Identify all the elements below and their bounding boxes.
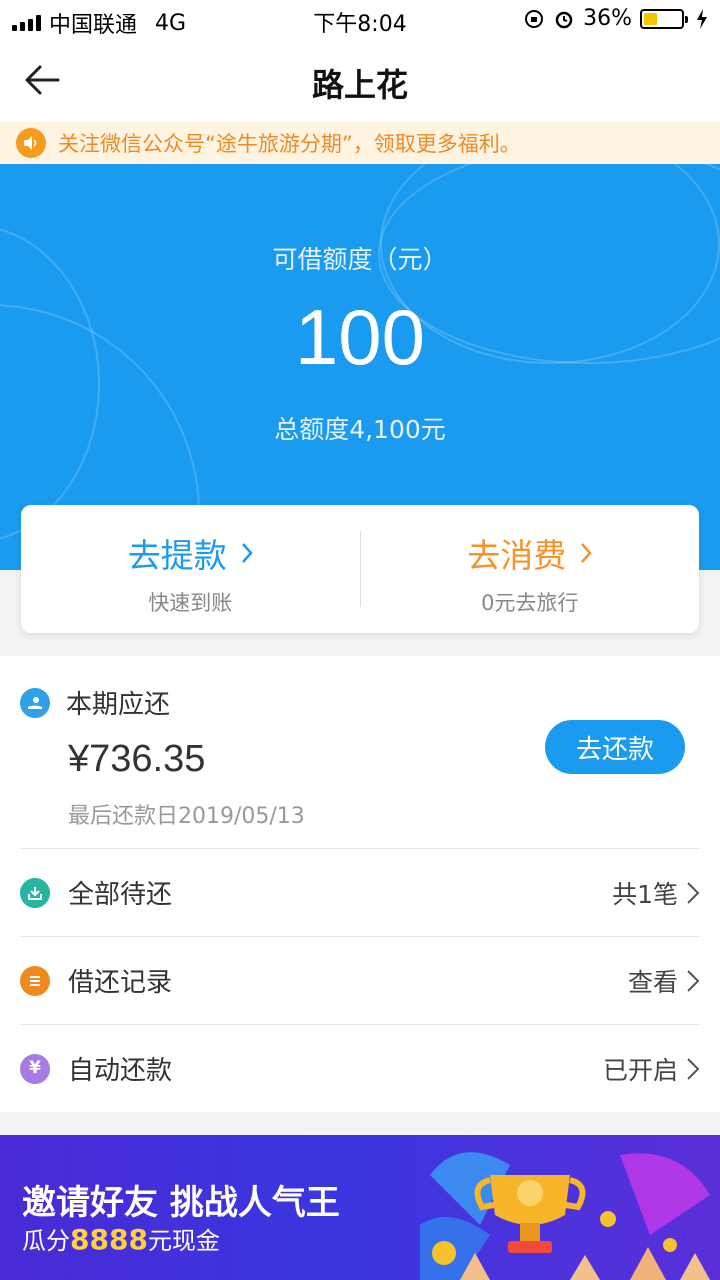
withdraw-title: 去提款 [127,536,227,575]
total-credit-label: 总额度4,100元 [274,415,446,444]
list-item-value: 查看 [627,967,678,997]
notice-bar[interactable]: 关注微信公众号“途牛旅游分期”，领取更多福利。 [0,122,720,164]
page-title: 路上花 [311,66,408,104]
rotation-lock-icon [525,9,544,28]
chevron-right-icon [581,543,592,563]
list-item-label: 自动还款 [68,1056,173,1086]
notice-text: 关注微信公众号“途牛旅游分期”，领取更多福利。 [58,132,521,156]
due-heading: 本期应还 [66,690,171,720]
battery-icon [640,8,688,29]
chevron-right-icon [687,969,700,992]
due-amount: ¥736.35 [68,738,206,780]
list-icon [20,965,50,996]
spend-subtitle: 0元去旅行 [481,591,579,615]
promo-banner[interactable]: 邀请好友 挑战人气王 瓜分8888元现金 [0,1135,720,1280]
withdraw-button[interactable]: 去提款 快速到账 [21,505,360,633]
speaker-icon [16,128,46,158]
list-item-pending[interactable]: 全部待还 共1笔 [20,848,700,936]
charging-icon [697,8,707,29]
withdraw-subtitle: 快速到账 [148,591,233,615]
banner-sub-suffix: 元现金 [147,1227,220,1255]
list-item-records[interactable]: 借还记录 查看 [20,936,700,1024]
repay-button[interactable]: 去还款 [545,720,685,774]
status-bar: 中国联通 4G 下午8:04 36% [0,0,720,40]
chevron-right-icon [687,1057,700,1080]
list-item-auto-repay[interactable]: ¥ 自动还款 已开启 [20,1024,700,1112]
hand-coin-icon [20,687,50,718]
banner-sub-highlight: 8888 [70,1223,148,1256]
nav-bar: 路上花 [0,40,720,122]
available-credit-amount: 100 [294,293,426,381]
available-credit-label: 可借额度（元） [272,245,448,274]
trophy-illustration [420,1152,710,1280]
list-item-value: 已开启 [602,1055,678,1085]
repayment-section: 本期应还 ¥736.35 最后还款日2019/05/13 去还款 全部待还 共1… [0,656,720,1112]
yen-icon: ¥ [20,1053,50,1084]
banner-title: 邀请好友 挑战人气王 [22,1183,340,1223]
alarm-icon [555,11,573,28]
list-item-label: 借还记录 [68,968,173,998]
spend-button[interactable]: 去消费 0元去旅行 [361,505,700,633]
list-item-label: 全部待还 [68,880,173,910]
battery-percent: 36% [583,6,632,31]
banner-sub-prefix: 瓜分 [22,1227,70,1255]
download-icon [20,877,50,908]
action-card: 去提款 快速到账 去消费 0元去旅行 [21,505,699,633]
chevron-right-icon [687,881,700,904]
spend-title: 去消费 [467,536,567,575]
chevron-right-icon [241,543,253,563]
list-item-value: 共1笔 [612,879,678,909]
banner-subtitle: 瓜分8888元现金 [22,1221,220,1256]
due-date: 最后还款日2019/05/13 [68,804,305,829]
